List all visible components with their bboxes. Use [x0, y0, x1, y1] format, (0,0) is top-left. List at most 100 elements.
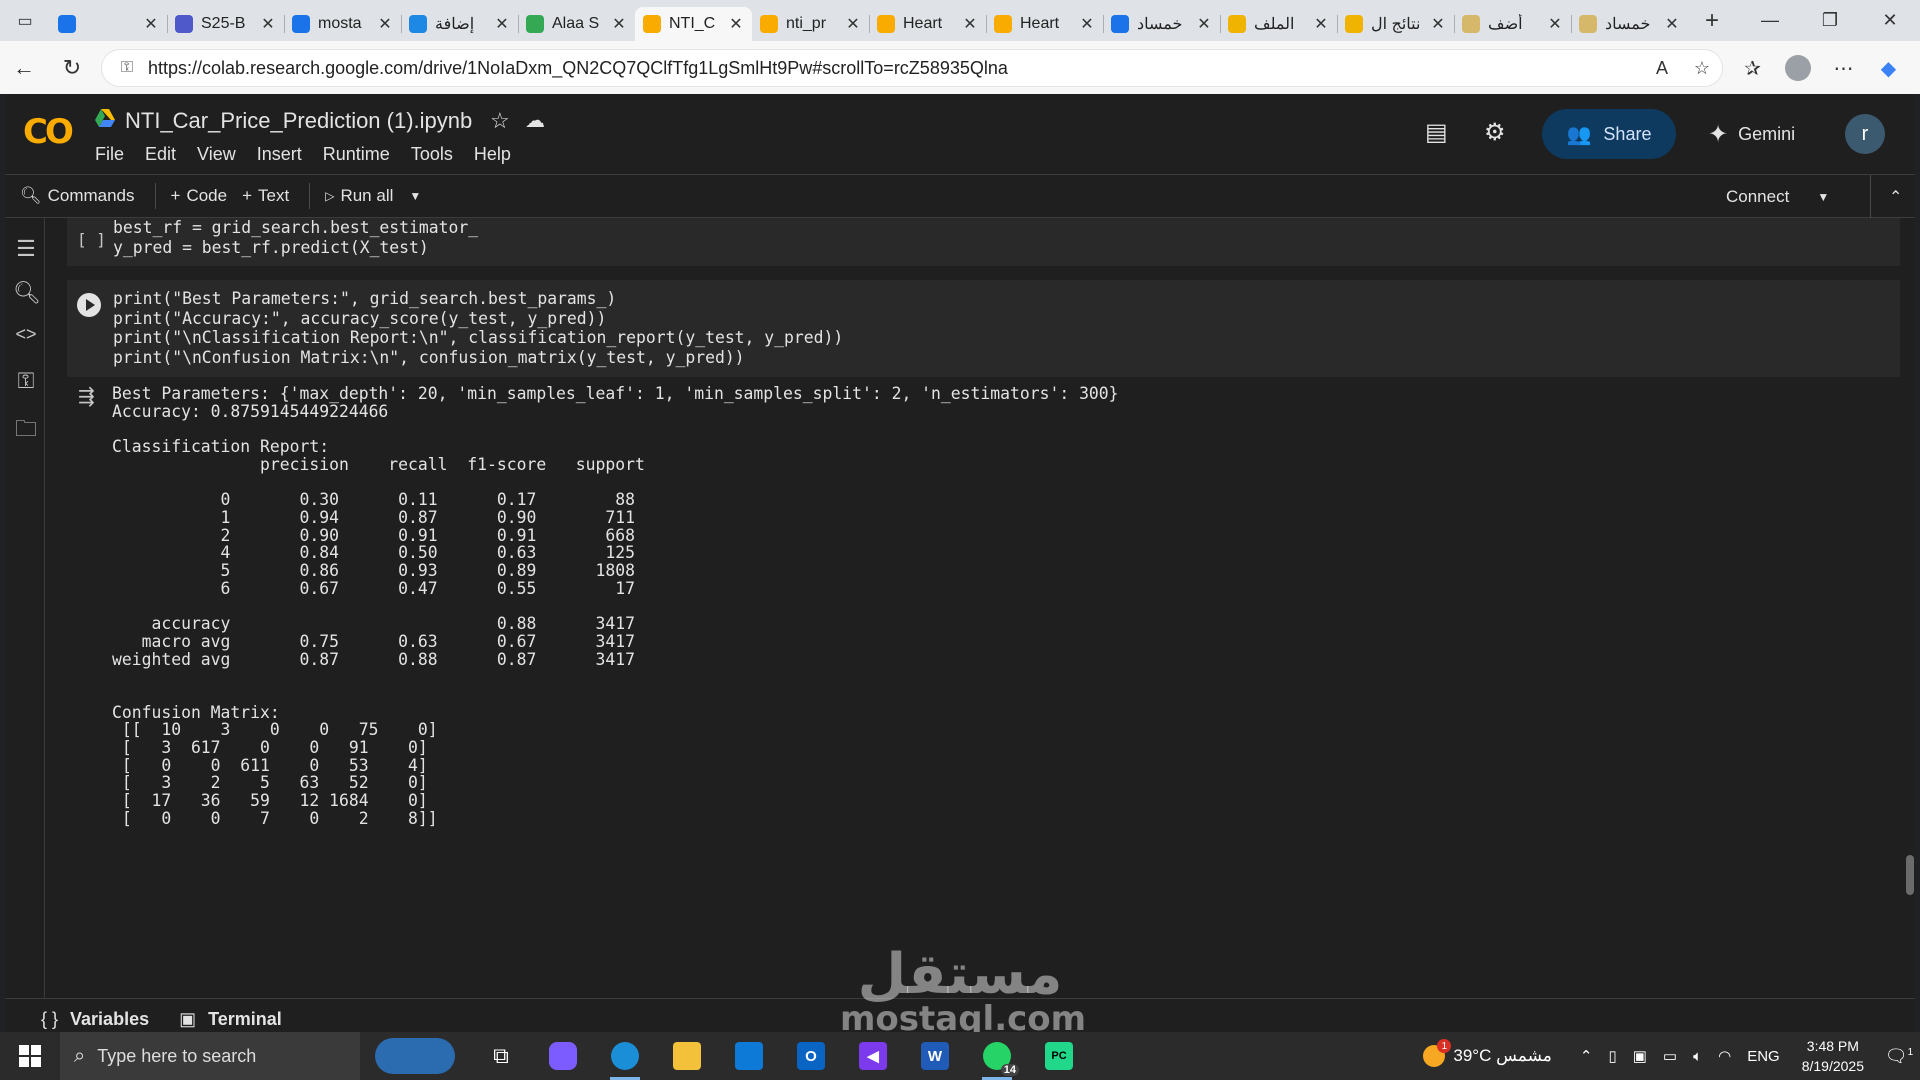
code-editor[interactable]: best_rf = grid_search.best_estimator_ y_p…	[113, 218, 478, 257]
url-text[interactable]: https://colab.research.google.com/drive/…	[142, 58, 1642, 79]
code-cell[interactable]: print("Best Parameters:", grid_search.be…	[67, 280, 1900, 377]
pycharm-icon[interactable]: PC	[1028, 1032, 1090, 1080]
browser-tab[interactable]: خمساد ✕	[1571, 7, 1688, 41]
copilot-icon[interactable]: ◆	[1866, 56, 1911, 81]
browser-tab[interactable]: mosta ✕	[284, 7, 401, 41]
google-drive-icon[interactable]	[95, 109, 115, 127]
find-replace-icon[interactable]: 🔍︎	[13, 280, 41, 306]
word-icon[interactable]: W	[904, 1032, 966, 1080]
add-text-button[interactable]: + Text	[242, 186, 289, 206]
microsoft-store-icon[interactable]	[718, 1032, 780, 1080]
show-hidden-icons-icon[interactable]: ⌃	[1580, 1047, 1593, 1065]
connect-button[interactable]: Connect ▼	[1726, 175, 1829, 219]
close-tab-icon[interactable]: ✕	[1430, 14, 1446, 34]
browser-tab[interactable]: نتائج ال ✕	[1337, 7, 1454, 41]
outlook-icon[interactable]: O	[780, 1032, 842, 1080]
add-code-button[interactable]: + Code	[171, 186, 228, 206]
notebook-title[interactable]: NTI_Car_Price_Prediction (1).ipynb	[125, 108, 472, 134]
close-tab-icon[interactable]: ✕	[611, 14, 627, 34]
menu-view[interactable]: View	[197, 144, 236, 165]
variables-button[interactable]: { } Variables	[41, 1009, 149, 1030]
browser-tab[interactable]: S25-B ✕	[167, 7, 284, 41]
language-indicator[interactable]: ENG	[1747, 1048, 1780, 1065]
weather-widget[interactable]: 1 39°C مشمس	[1423, 1039, 1552, 1067]
run-all-button[interactable]: ▷ Run all	[325, 186, 393, 206]
close-tab-icon[interactable]: ✕	[845, 14, 861, 34]
share-button[interactable]: 👥 Share	[1542, 109, 1676, 159]
favorite-star-icon[interactable]: ☆	[1682, 58, 1722, 79]
address-bar[interactable]: ⚿ https://colab.research.google.com/driv…	[101, 49, 1723, 87]
output-actions-icon[interactable]: ⇶	[78, 384, 95, 409]
browser-tab[interactable]: الملف ✕	[1220, 7, 1337, 41]
taskbar-search[interactable]: ⌕ Type here to search	[60, 1032, 360, 1080]
menu-tools[interactable]: Tools	[411, 144, 453, 165]
close-tab-icon[interactable]: ✕	[1079, 14, 1095, 34]
browser-tab[interactable]: خمساد ✕	[1103, 7, 1220, 41]
settings-gear-icon[interactable]: ⚙	[1484, 118, 1506, 147]
close-tab-icon[interactable]: ✕	[260, 14, 276, 34]
gemini-button[interactable]: ✦ Gemini	[1708, 109, 1795, 159]
task-view-icon[interactable]: ⧉	[470, 1032, 532, 1080]
colab-logo[interactable]: CO	[23, 112, 74, 152]
close-tab-icon[interactable]: ✕	[1664, 14, 1680, 34]
browser-tab[interactable]: Heart ✕	[869, 7, 986, 41]
close-tab-icon[interactable]: ✕	[1313, 14, 1329, 34]
battery-icon[interactable]: ▭	[1663, 1047, 1677, 1065]
new-tab-button[interactable]: +	[1692, 7, 1732, 35]
secrets-key-icon[interactable]: ⚿	[13, 368, 39, 394]
menu-runtime[interactable]: Runtime	[323, 144, 390, 165]
terminal-button[interactable]: ▣ Terminal	[179, 1009, 282, 1030]
menu-file[interactable]: File	[95, 144, 124, 165]
browser-tab[interactable]: أضف ✕	[1454, 7, 1571, 41]
browser-tab[interactable]: إضافة ✕	[401, 7, 518, 41]
close-tab-icon[interactable]: ✕	[143, 14, 159, 34]
favorites-icon[interactable]: ✰	[1730, 56, 1775, 81]
volume-icon[interactable]: 🔈︎	[1693, 1048, 1702, 1065]
browser-tab[interactable]: Heart ✕	[986, 7, 1103, 41]
files-folder-icon[interactable]: 🗀	[13, 412, 39, 450]
device-icon[interactable]: ▯	[1608, 1047, 1616, 1065]
more-options-icon[interactable]: ⋯	[1821, 56, 1866, 81]
browser-tab[interactable]: NTI_C ✕	[635, 6, 752, 41]
copilot-app-icon[interactable]	[532, 1032, 594, 1080]
wifi-icon[interactable]: ◠	[1718, 1047, 1731, 1065]
star-notebook-icon[interactable]: ☆	[490, 108, 510, 134]
table-of-contents-icon[interactable]: ☰	[13, 236, 39, 262]
maximize-button[interactable]: ❐	[1800, 10, 1860, 31]
comments-icon[interactable]: ▤	[1425, 118, 1448, 147]
run-all-dropdown-icon[interactable]: ▼	[409, 189, 421, 203]
browser-tab[interactable]: Alaa S ✕	[518, 7, 635, 41]
commands-button[interactable]: 🔍︎ Commands	[20, 186, 135, 206]
reload-button[interactable]: ↻	[48, 55, 96, 81]
user-avatar[interactable]: r	[1845, 114, 1885, 154]
code-cell[interactable]: [ ] best_rf = grid_search.best_estimator…	[67, 218, 1900, 266]
close-tab-icon[interactable]: ✕	[962, 14, 978, 34]
whatsapp-icon[interactable]: 14	[966, 1032, 1028, 1080]
menu-insert[interactable]: Insert	[257, 144, 302, 165]
close-tab-icon[interactable]: ✕	[377, 14, 393, 34]
tab-actions-icon[interactable]: ▭	[0, 0, 50, 41]
close-tab-icon[interactable]: ✕	[1196, 14, 1212, 34]
notifications-icon[interactable]: 🗨︎1	[1878, 1046, 1920, 1067]
file-explorer-icon[interactable]	[656, 1032, 718, 1080]
code-snippets-icon[interactable]: <>	[13, 324, 39, 345]
code-editor[interactable]: print("Best Parameters:", grid_search.be…	[113, 289, 843, 367]
close-tab-icon[interactable]: ✕	[1547, 14, 1563, 34]
scrollbar-thumb[interactable]	[1906, 855, 1914, 895]
edge-browser-icon[interactable]	[594, 1032, 656, 1080]
chevron-down-icon[interactable]: ▼	[1817, 190, 1829, 204]
collapse-header-icon[interactable]: ⌃	[1870, 175, 1902, 219]
read-aloud-icon[interactable]: A	[1642, 58, 1682, 79]
profile-avatar[interactable]	[1785, 55, 1811, 81]
close-tab-icon[interactable]: ✕	[494, 14, 510, 34]
start-button[interactable]	[0, 1045, 60, 1067]
clock[interactable]: 3:48 PM 8/19/2025	[1802, 1036, 1864, 1076]
menu-help[interactable]: Help	[474, 144, 511, 165]
site-info-icon[interactable]: ⚿	[112, 59, 142, 77]
cloud-save-icon[interactable]: ☁	[525, 108, 545, 133]
cell-execution-count[interactable]: [ ]	[77, 230, 106, 249]
visual-studio-icon[interactable]: ◀	[842, 1032, 904, 1080]
menu-edit[interactable]: Edit	[145, 144, 176, 165]
close-window-button[interactable]: ✕	[1860, 10, 1920, 31]
close-tab-icon[interactable]: ✕	[728, 14, 744, 34]
